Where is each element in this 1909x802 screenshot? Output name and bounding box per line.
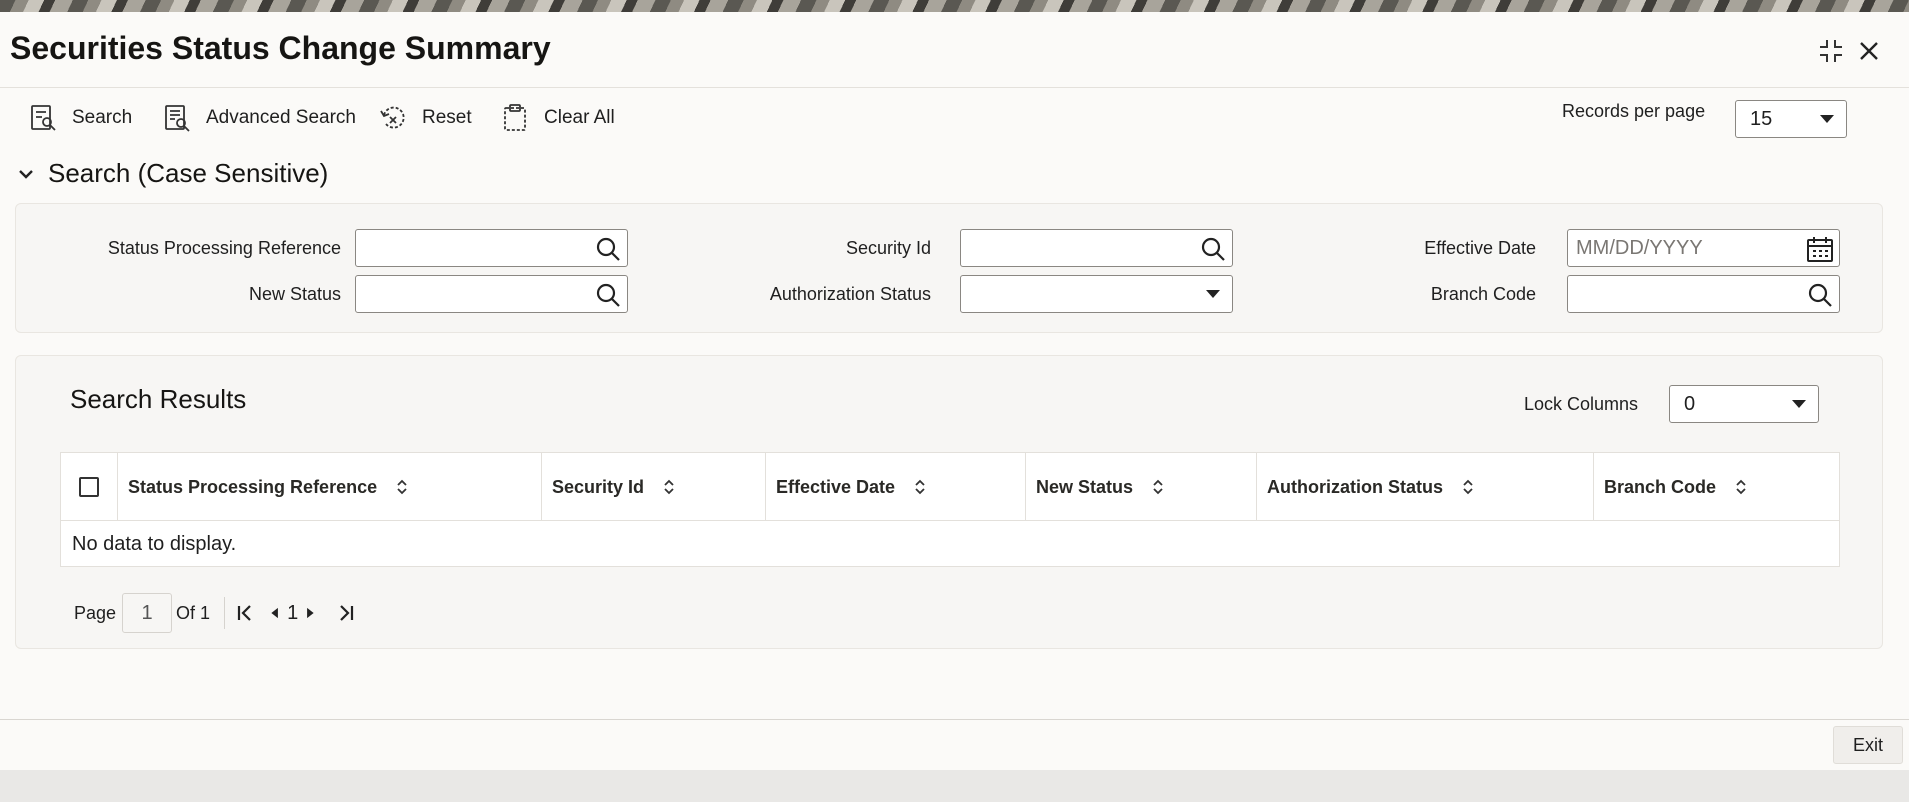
search-icon[interactable] (1198, 234, 1228, 264)
status-processing-reference-input[interactable] (355, 229, 628, 267)
reset-icon (380, 106, 405, 129)
status-processing-reference-label: Status Processing Reference (107, 238, 341, 258)
column-header-label: Branch Code (1604, 476, 1717, 497)
search-section-title: Search (Case Sensitive) (48, 158, 329, 188)
last-page-icon[interactable] (334, 601, 358, 625)
search-section-toggle[interactable]: Search (Case Sensitive) (14, 158, 328, 189)
next-page-icon[interactable] (302, 601, 318, 625)
effective-date-placeholder: MM/DD/YYYY (1576, 236, 1703, 259)
title-bar: Securities Status Change Summary (0, 20, 1909, 88)
close-icon[interactable] (1852, 34, 1886, 68)
first-page-icon[interactable] (233, 601, 257, 625)
column-header-label: Effective Date (776, 476, 896, 497)
pagination-divider (224, 597, 226, 629)
lock-columns-label: Lock Columns (1524, 394, 1639, 414)
clear-all-button[interactable]: Clear All (500, 98, 615, 138)
table-header: Status Processing Reference Security Id … (61, 453, 1839, 521)
branch-code-input[interactable] (1567, 275, 1840, 313)
chevron-down-icon (19, 169, 33, 179)
column-header-label: Authorization Status (1267, 476, 1443, 497)
lock-columns-select[interactable]: 0 (1669, 385, 1819, 423)
column-header-status-processing-reference[interactable]: Status Processing Reference (118, 453, 542, 521)
sort-icon (1153, 479, 1163, 495)
page-label: Page (74, 602, 117, 623)
search-doc-icon (31, 105, 56, 131)
chevron-down-icon (1820, 115, 1834, 123)
previous-page-icon[interactable] (267, 601, 283, 625)
reset-button[interactable]: Reset (378, 98, 472, 138)
records-per-page-label: Records per page (1562, 101, 1706, 121)
page-title: Securities Status Change Summary (10, 30, 551, 66)
clipboard-icon (504, 104, 526, 131)
current-page-indicator: 1 (287, 601, 299, 624)
bottom-bar (0, 770, 1909, 802)
branch-code-label: Branch Code (1430, 284, 1536, 304)
reset-button-label: Reset (422, 107, 472, 128)
new-status-label: New Status (248, 284, 341, 304)
column-header-security-id[interactable]: Security Id (542, 453, 766, 521)
search-panel: Status Processing Reference Security Id … (15, 203, 1883, 333)
pagination: Page 1 Of 1 1 (74, 592, 358, 634)
sort-icon (915, 479, 925, 495)
no-data-message: No data to display. (72, 533, 237, 555)
security-id-label: Security Id (845, 238, 931, 258)
sort-icon (1463, 479, 1473, 495)
header-banner (0, 0, 1909, 12)
sort-icon (664, 479, 674, 495)
records-per-page-select[interactable]: 15 (1735, 100, 1847, 138)
authorization-status-label: Authorization Status (769, 284, 931, 304)
select-all-checkbox[interactable] (79, 477, 99, 497)
authorization-status-select[interactable] (960, 275, 1233, 313)
results-table: Status Processing Reference Security Id … (60, 452, 1840, 567)
new-status-input[interactable] (355, 275, 628, 313)
search-button-label: Search (72, 107, 133, 128)
exit-button[interactable]: Exit (1833, 726, 1903, 764)
collapse-arrows-icon[interactable] (1814, 34, 1848, 68)
column-header-effective-date[interactable]: Effective Date (766, 453, 1026, 521)
footer-divider (0, 719, 1909, 720)
records-per-page-value: 15 (1750, 107, 1773, 130)
results-title: Search Results (70, 384, 247, 414)
security-id-input[interactable] (960, 229, 1233, 267)
advanced-search-button[interactable]: Advanced Search (162, 98, 356, 138)
select-all-cell (61, 453, 118, 521)
search-button[interactable]: Search (28, 98, 132, 138)
effective-date-input[interactable]: MM/DD/YYYY (1567, 229, 1840, 267)
column-header-label: New Status (1036, 476, 1134, 497)
chevron-down-icon (1206, 290, 1220, 298)
page-count-label: Of 1 (176, 602, 211, 623)
effective-date-label: Effective Date (1424, 238, 1536, 258)
search-icon[interactable] (593, 280, 623, 310)
lock-columns-value: 0 (1684, 392, 1696, 415)
advanced-search-icon (165, 105, 190, 132)
advanced-search-button-label: Advanced Search (206, 107, 356, 128)
page-number-input[interactable]: 1 (122, 593, 173, 633)
search-icon[interactable] (593, 234, 623, 264)
chevron-down-icon (1792, 400, 1806, 408)
column-header-label: Security Id (552, 476, 645, 497)
sort-icon (1736, 479, 1746, 495)
column-header-authorization-status[interactable]: Authorization Status (1257, 453, 1594, 521)
sort-icon (397, 479, 407, 495)
results-panel: Search Results Lock Columns 0 Status Pro… (15, 355, 1883, 649)
search-icon[interactable] (1805, 280, 1835, 310)
column-header-label: Status Processing Reference (128, 476, 378, 497)
column-header-branch-code[interactable]: Branch Code (1594, 453, 1839, 521)
clear-all-button-label: Clear All (544, 107, 615, 128)
column-header-new-status[interactable]: New Status (1026, 453, 1257, 521)
calendar-icon[interactable] (1805, 234, 1835, 264)
